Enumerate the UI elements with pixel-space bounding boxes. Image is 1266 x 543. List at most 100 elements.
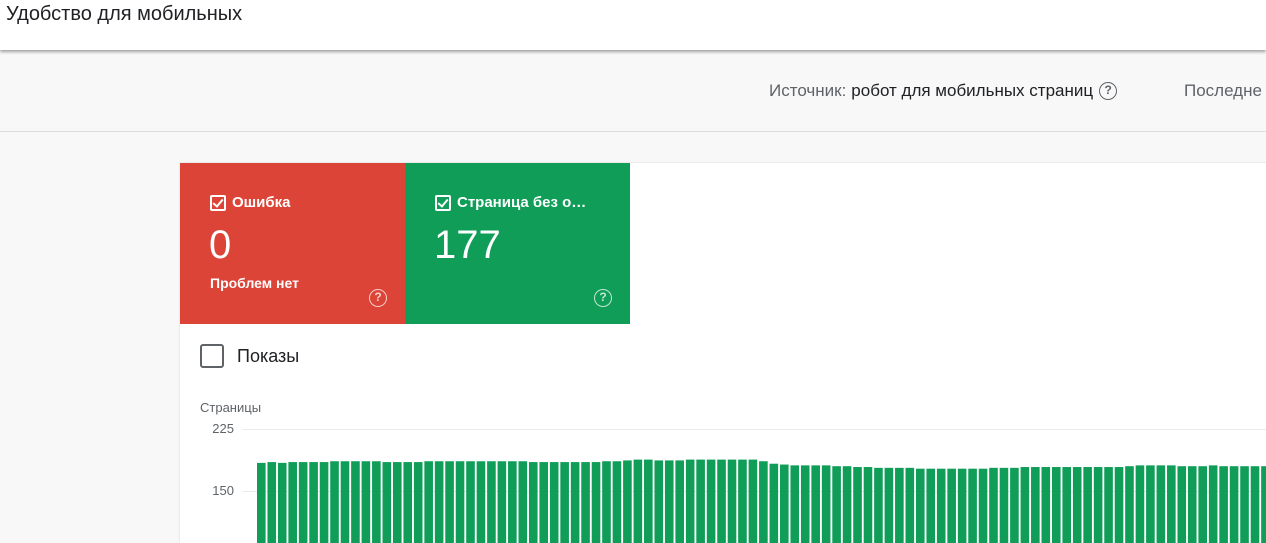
chart-bar[interactable]: [780, 464, 789, 543]
chart-bar[interactable]: [1114, 467, 1124, 543]
chart-bar[interactable]: [612, 461, 622, 543]
chart-bar[interactable]: [361, 461, 371, 543]
chart-bar[interactable]: [382, 462, 392, 543]
chart-bar[interactable]: [1093, 467, 1103, 543]
chart-bar[interactable]: [508, 461, 517, 543]
chart-bar[interactable]: [1072, 467, 1082, 543]
chart-bar[interactable]: [319, 462, 329, 543]
chart-bar[interactable]: [895, 467, 904, 543]
chart-bar[interactable]: [1187, 466, 1197, 543]
chart-bar[interactable]: [434, 461, 444, 543]
chart-bar[interactable]: [539, 462, 549, 543]
chart-bar[interactable]: [790, 465, 800, 543]
chart-bar[interactable]: [560, 462, 569, 543]
chart-bar[interactable]: [1208, 465, 1218, 543]
chart-bar[interactable]: [1198, 466, 1207, 543]
chart-bar[interactable]: [1020, 467, 1030, 543]
chart-bar[interactable]: [842, 466, 852, 543]
chart-bar[interactable]: [497, 461, 507, 543]
chart-bar[interactable]: [685, 459, 695, 543]
chart-bar[interactable]: [727, 459, 737, 543]
chart-bar[interactable]: [936, 468, 946, 543]
chart-bar[interactable]: [968, 468, 977, 543]
chart-bar[interactable]: [591, 462, 601, 543]
chart-bar[interactable]: [675, 460, 684, 543]
chart-bar[interactable]: [999, 467, 1009, 543]
chart-bar[interactable]: [309, 462, 318, 543]
chart-bar[interactable]: [915, 468, 925, 543]
chart-bar[interactable]: [717, 459, 726, 543]
chart-bar[interactable]: [1125, 466, 1134, 543]
chart-bar[interactable]: [644, 459, 653, 543]
chart-bar[interactable]: [445, 461, 454, 543]
chart-bar[interactable]: [351, 461, 360, 543]
chart-bar[interactable]: [1261, 466, 1266, 543]
chart-bar[interactable]: [1177, 466, 1187, 543]
chart-bar[interactable]: [1229, 466, 1239, 543]
chart-bar[interactable]: [633, 459, 643, 543]
chart-bar[interactable]: [811, 465, 820, 543]
chart-bar[interactable]: [623, 460, 632, 543]
chart-bar[interactable]: [1104, 467, 1113, 543]
chart-bar[interactable]: [424, 461, 433, 543]
chart-bar[interactable]: [884, 467, 894, 543]
chart-bar[interactable]: [549, 462, 559, 543]
chart-bar[interactable]: [738, 459, 747, 543]
chart-bar[interactable]: [288, 462, 297, 543]
chart-bar[interactable]: [257, 462, 266, 543]
chart-bar[interactable]: [392, 462, 402, 543]
chart-bar[interactable]: [874, 467, 883, 543]
chart-bar[interactable]: [947, 468, 956, 543]
chart-bar[interactable]: [1041, 467, 1051, 543]
chart-bar[interactable]: [1083, 467, 1092, 543]
chart-bar[interactable]: [1250, 466, 1260, 543]
chart-bar[interactable]: [654, 460, 664, 543]
chart-bar[interactable]: [330, 461, 339, 543]
chart-bar[interactable]: [570, 462, 580, 543]
chart-bar[interactable]: [821, 465, 831, 543]
chart-bar[interactable]: [696, 459, 705, 543]
help-icon[interactable]: ?: [1099, 82, 1118, 100]
chart-bar[interactable]: [1219, 466, 1228, 543]
chart-bar[interactable]: [978, 468, 988, 543]
chart-bar[interactable]: [664, 460, 674, 543]
chart-bar[interactable]: [706, 459, 716, 543]
chart-bar[interactable]: [863, 467, 873, 543]
chart-bar[interactable]: [466, 461, 475, 543]
chart-bar[interactable]: [832, 466, 841, 543]
chart-bar[interactable]: [267, 462, 277, 543]
chart-bar[interactable]: [455, 461, 465, 543]
chart-bar[interactable]: [372, 461, 381, 543]
chart-bar[interactable]: [403, 462, 413, 543]
chart-bar[interactable]: [602, 461, 611, 543]
period-filter[interactable]: Последне: [1184, 81, 1262, 101]
chart-bar[interactable]: [1031, 467, 1040, 543]
chart-bar[interactable]: [989, 467, 998, 543]
source-filter[interactable]: Источник: робот для мобильных страниц ?: [769, 81, 1118, 101]
chart-bar[interactable]: [769, 463, 779, 543]
chart-bar[interactable]: [1167, 465, 1176, 543]
chart-bar[interactable]: [1240, 466, 1249, 543]
chart-bar[interactable]: [528, 462, 538, 543]
chart-bar[interactable]: [759, 461, 768, 543]
chart-bar[interactable]: [1146, 465, 1155, 543]
chart-bar[interactable]: [581, 462, 590, 543]
chart-bar[interactable]: [1010, 467, 1019, 543]
chart-bar[interactable]: [277, 462, 287, 543]
chart-bar[interactable]: [800, 465, 810, 543]
chart-bar[interactable]: [1062, 467, 1072, 543]
chart-bar[interactable]: [1051, 467, 1061, 543]
chart-bar[interactable]: [518, 461, 528, 543]
chart-bar[interactable]: [926, 468, 936, 543]
chart-bar[interactable]: [1156, 465, 1166, 543]
chart-bar[interactable]: [413, 462, 423, 543]
chart-bar[interactable]: [957, 468, 967, 543]
chart-bar[interactable]: [1135, 465, 1145, 543]
chart-bar[interactable]: [905, 467, 915, 543]
chart-bar[interactable]: [853, 467, 862, 543]
chart-bar[interactable]: [298, 462, 308, 543]
chart-bar[interactable]: [476, 461, 486, 543]
chart-bar[interactable]: [340, 461, 350, 543]
chart-bar[interactable]: [487, 461, 496, 543]
chart-bar[interactable]: [748, 459, 758, 543]
